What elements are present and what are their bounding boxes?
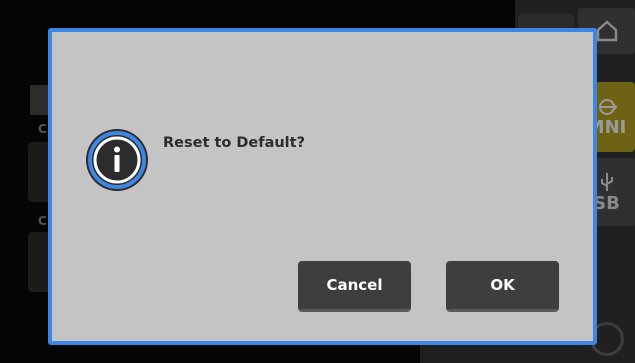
omni-icon — [598, 98, 617, 115]
info-icon — [86, 129, 148, 191]
left-channel-label: C — [38, 214, 47, 228]
home-icon — [596, 20, 617, 42]
ok-button[interactable]: OK — [446, 261, 559, 312]
dialog-message: Reset to Default? — [163, 135, 305, 151]
left-channel-label: C — [38, 122, 47, 136]
usb-label: SB — [593, 192, 620, 214]
cancel-button[interactable]: Cancel — [298, 261, 411, 312]
usb-icon — [600, 172, 613, 191]
